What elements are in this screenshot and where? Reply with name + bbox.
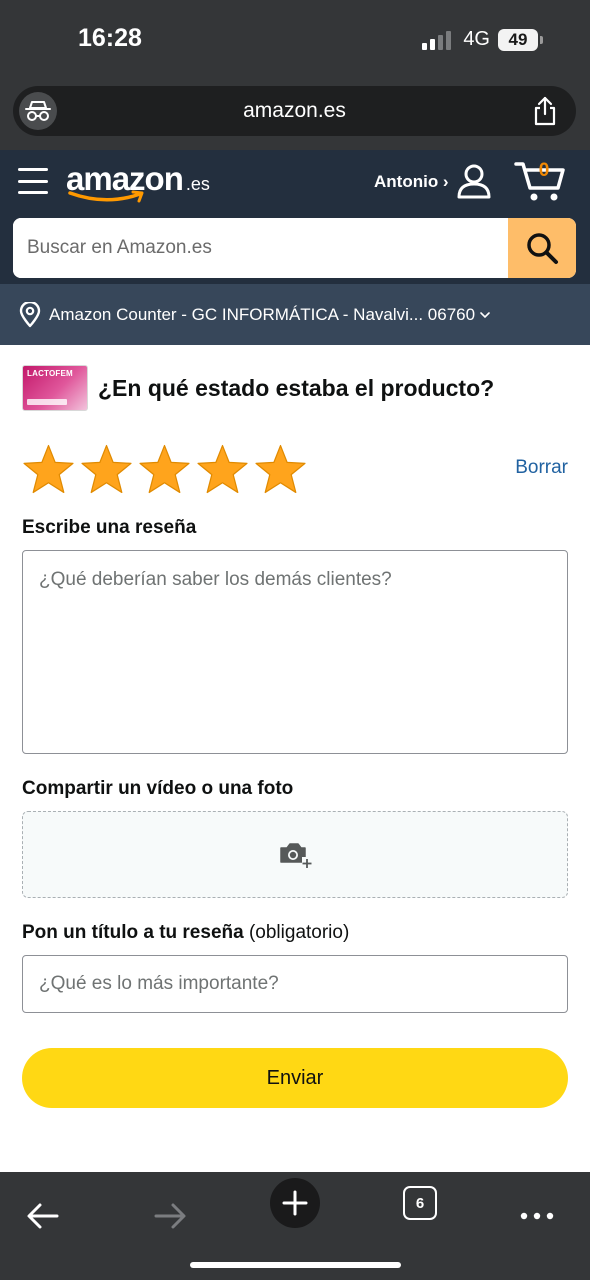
tab-count: 6 bbox=[415, 1194, 425, 1212]
location-pin-icon bbox=[19, 301, 41, 327]
status-indicators: 4G 49 bbox=[422, 28, 543, 51]
star-icon[interactable] bbox=[254, 443, 307, 495]
star-icon[interactable] bbox=[80, 443, 133, 495]
account-link[interactable]: Antonio › bbox=[374, 172, 449, 192]
submit-button[interactable]: Enviar bbox=[22, 1048, 568, 1108]
battery-icon: 49 bbox=[498, 28, 543, 51]
hamburger-icon[interactable] bbox=[18, 168, 48, 194]
title-label-required: (obligatorio) bbox=[248, 922, 350, 943]
home-indicator bbox=[190, 1262, 401, 1268]
product-row: LACTOFEM ¿En qué estado estaba el produc… bbox=[22, 364, 568, 412]
product-thumbnail: LACTOFEM bbox=[22, 365, 88, 411]
logo-tld: .es bbox=[185, 174, 210, 194]
media-upload-box[interactable] bbox=[22, 811, 568, 898]
amazon-logo[interactable]: amazon .es bbox=[66, 160, 210, 206]
back-arrow-icon[interactable] bbox=[18, 1186, 68, 1246]
media-label: Compartir un vídeo o una foto bbox=[22, 778, 294, 799]
url-text[interactable]: amazon.es bbox=[13, 99, 576, 123]
share-icon[interactable] bbox=[532, 96, 558, 126]
forward-arrow-icon[interactable] bbox=[145, 1186, 195, 1246]
delivery-location-text: Amazon Counter - GC INFORMÁTICA - Navalv… bbox=[49, 304, 476, 324]
delivery-location-bar[interactable]: Amazon Counter - GC INFORMÁTICA - Navalv… bbox=[0, 284, 590, 345]
review-title-input[interactable] bbox=[22, 955, 568, 1013]
search-input[interactable] bbox=[13, 218, 508, 278]
search-bar bbox=[13, 218, 576, 278]
network-type: 4G bbox=[463, 28, 490, 50]
title-label: Pon un título a tu reseña (obligatorio) bbox=[22, 922, 349, 944]
title-label-text: Pon un título a tu reseña bbox=[22, 922, 244, 943]
search-icon bbox=[527, 233, 558, 264]
battery-level: 49 bbox=[508, 29, 528, 49]
status-time: 16:28 bbox=[78, 24, 142, 52]
plus-icon[interactable] bbox=[270, 1178, 320, 1228]
star-rating[interactable] bbox=[22, 443, 307, 495]
logo-smile-icon bbox=[68, 190, 144, 203]
more-icon[interactable] bbox=[512, 1186, 562, 1246]
camera-add-icon bbox=[280, 842, 312, 868]
write-review-label: Escribe una reseña bbox=[22, 517, 197, 538]
product-thumbnail-label: LACTOFEM bbox=[27, 369, 73, 378]
star-icon[interactable] bbox=[22, 443, 75, 495]
address-bar[interactable]: amazon.es bbox=[13, 86, 576, 136]
star-icon[interactable] bbox=[138, 443, 191, 495]
star-icon[interactable] bbox=[196, 443, 249, 495]
review-textarea[interactable] bbox=[22, 550, 568, 754]
user-icon[interactable] bbox=[455, 162, 493, 200]
ios-status-area: 16:28 4G 49 amazon.es bbox=[0, 0, 590, 150]
tabs-button[interactable]: 6 bbox=[403, 1186, 437, 1220]
rating-question: ¿En qué estado estaba el producto? bbox=[98, 374, 495, 401]
cart-count: 0 bbox=[538, 160, 550, 181]
clear-rating-link[interactable]: Borrar bbox=[515, 457, 568, 479]
search-button[interactable] bbox=[508, 218, 576, 278]
signal-icon bbox=[422, 30, 452, 50]
chevron-down-icon bbox=[480, 311, 490, 318]
